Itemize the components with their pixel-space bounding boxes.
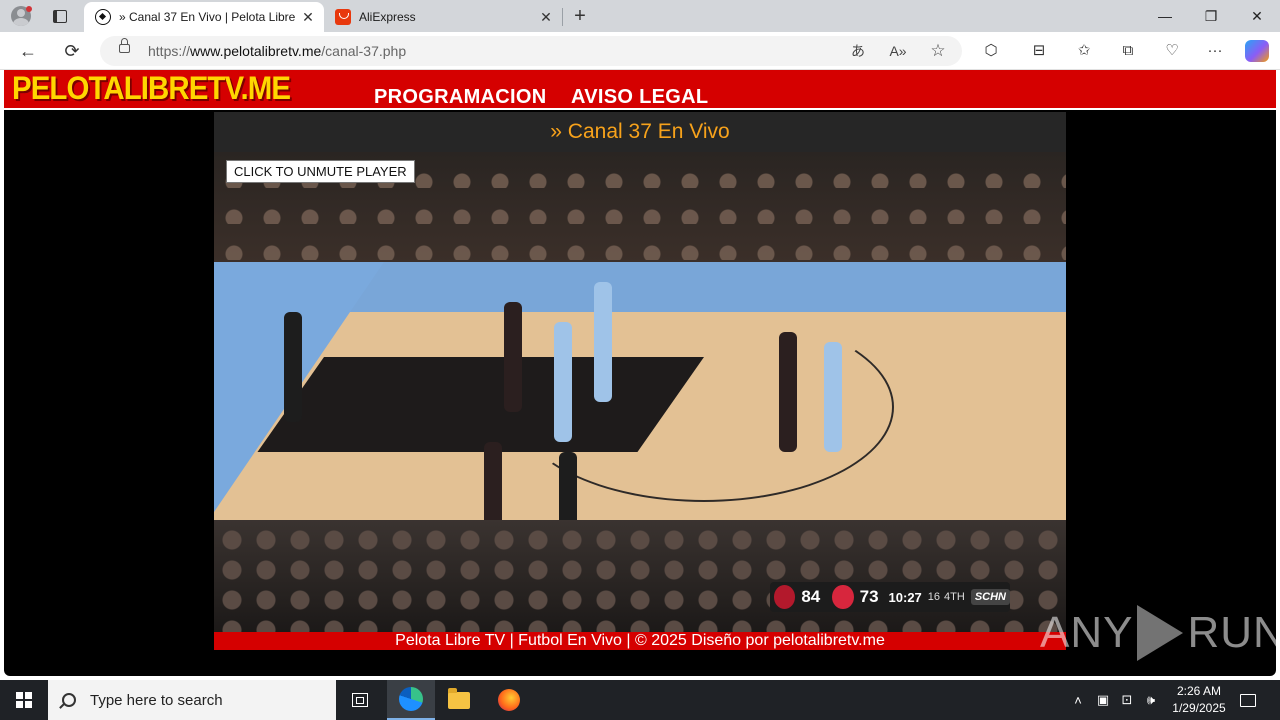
soccer-ball-icon xyxy=(95,9,111,25)
away-score: 73 xyxy=(859,587,879,606)
tab-aliexpress[interactable]: AliExpress ✕ xyxy=(324,2,562,32)
task-view-icon xyxy=(352,693,368,707)
nav-aviso-legal[interactable]: AVISO LEGAL xyxy=(571,86,708,109)
url-field[interactable]: https://www.pelotalibretv.me/canal-37.ph… xyxy=(100,36,962,66)
clock-time: 2:26 AM xyxy=(1176,684,1222,698)
home-score: 84 xyxy=(801,587,821,606)
tab-pelota-libre[interactable]: » Canal 37 En Vivo | Pelota Libre T ✕ xyxy=(84,2,324,32)
performance-icon[interactable]: ♡ xyxy=(1159,40,1185,62)
network-icon[interactable]: ⊡ xyxy=(1116,680,1138,720)
main-content: » Canal 37 En Vivo CLICK TO UNMUTE PLAYE… xyxy=(214,112,1066,650)
aliexpress-icon xyxy=(335,9,351,25)
site-body: PELOTALIBRETV.ME PROGRAMACION AVISO LEGA… xyxy=(4,70,1276,676)
edge-taskbar-button[interactable] xyxy=(387,680,435,720)
refresh-button[interactable]: ⟳ xyxy=(58,38,86,64)
folder-icon xyxy=(448,687,470,709)
back-button[interactable]: ← xyxy=(14,38,42,64)
search-icon xyxy=(62,693,76,707)
minimize-button[interactable]: — xyxy=(1142,0,1188,32)
hawks-logo-icon xyxy=(832,585,854,609)
tab-separator xyxy=(562,8,563,26)
volume-icon[interactable]: 🕪 xyxy=(1140,680,1162,720)
network-logo: SCHN xyxy=(970,589,1010,605)
score-bug: 84 73 10:27 16 4TH SCHN xyxy=(770,582,1010,612)
video-player[interactable]: CLICK TO UNMUTE PLAYER 84 73 10:27 16 4T… xyxy=(214,152,1066,632)
close-window-button[interactable]: ✕ xyxy=(1234,0,1280,32)
shot-clock: 16 xyxy=(927,591,941,603)
play-triangle-icon xyxy=(1137,605,1184,661)
favorites-icon[interactable]: ✩ xyxy=(1071,40,1097,62)
file-explorer-button[interactable] xyxy=(435,680,483,720)
translate-icon[interactable]: あ xyxy=(846,41,870,61)
site-logo[interactable]: PELOTALIBRETV.ME xyxy=(12,70,291,107)
system-clock[interactable]: 2:26 AM 1/29/2025 xyxy=(1162,683,1236,717)
new-tab-button[interactable]: + xyxy=(568,4,592,28)
notification-button[interactable] xyxy=(1236,680,1260,720)
collections-icon[interactable]: ⧉ xyxy=(1115,40,1141,62)
lock-icon[interactable] xyxy=(119,38,130,53)
url-text[interactable]: https://www.pelotalibretv.me/canal-37.ph… xyxy=(148,43,406,59)
basketball-player xyxy=(594,282,612,402)
browser-tab-bar: » Canal 37 En Vivo | Pelota Libre T ✕ Al… xyxy=(0,0,1280,32)
copilot-icon[interactable] xyxy=(1245,40,1269,62)
tab-title: » Canal 37 En Vivo | Pelota Libre T xyxy=(119,10,298,24)
site-footer: Pelota Libre TV | Futbol En Vivo | © 202… xyxy=(214,632,1066,650)
watermark-text-right: RUN xyxy=(1187,608,1280,657)
read-aloud-icon[interactable]: A» xyxy=(886,41,910,61)
game-clock: 10:27 xyxy=(888,589,922,605)
address-toolbar: ← ⟳ https://www.pelotalibretv.me/canal-3… xyxy=(0,32,1280,70)
tab-title: AliExpress xyxy=(359,10,416,24)
edge-icon xyxy=(399,687,423,711)
notification-icon xyxy=(1240,693,1256,707)
restore-button[interactable]: ❐ xyxy=(1188,0,1234,32)
basketball-player xyxy=(554,322,572,442)
basketball-player xyxy=(824,342,842,452)
rockets-logo-icon xyxy=(774,585,796,609)
basketball-player xyxy=(504,302,522,412)
firefox-button[interactable] xyxy=(485,680,533,720)
referee xyxy=(284,312,302,422)
crowd-courtside xyxy=(214,520,1066,632)
quarter: 4TH xyxy=(944,591,965,603)
search-placeholder: Type here to search xyxy=(90,691,223,709)
anyrun-watermark: ANY RUN xyxy=(1040,605,1280,661)
basketball-player xyxy=(779,332,797,452)
windows-logo-icon xyxy=(16,692,32,708)
favorite-star-icon[interactable]: ☆ xyxy=(926,41,950,61)
split-screen-icon[interactable]: ⊟ xyxy=(1026,40,1052,62)
chevron-up-icon[interactable]: ˄ xyxy=(1068,680,1088,720)
extensions-icon[interactable]: ⬡ xyxy=(978,40,1004,62)
profile-icon[interactable] xyxy=(8,4,34,28)
page-title: » Canal 37 En Vivo xyxy=(214,112,1066,152)
watermark-text-left: ANY xyxy=(1040,608,1134,657)
tab-actions-icon[interactable] xyxy=(46,5,74,27)
nav-programacion[interactable]: PROGRAMACION xyxy=(374,86,547,109)
clock-date: 1/29/2025 xyxy=(1172,701,1226,715)
task-view-button[interactable] xyxy=(336,680,384,720)
windows-taskbar: Type here to search ˄ ▣ ⊡ 🕪 2:26 AM 1/29… xyxy=(0,680,1280,720)
unmute-button[interactable]: CLICK TO UNMUTE PLAYER xyxy=(226,160,415,183)
more-menu-icon[interactable]: ··· xyxy=(1202,40,1228,62)
meet-now-icon[interactable]: ▣ xyxy=(1092,680,1114,720)
tab-close-button[interactable]: ✕ xyxy=(536,9,556,26)
firefox-icon xyxy=(498,689,520,711)
start-button[interactable] xyxy=(0,680,48,720)
taskbar-search-input[interactable]: Type here to search xyxy=(48,680,336,720)
page-viewport: PELOTALIBRETV.ME PROGRAMACION AVISO LEGA… xyxy=(0,70,1280,680)
site-header: PELOTALIBRETV.ME PROGRAMACION AVISO LEGA… xyxy=(4,70,1276,110)
tab-close-button[interactable]: ✕ xyxy=(298,9,318,26)
